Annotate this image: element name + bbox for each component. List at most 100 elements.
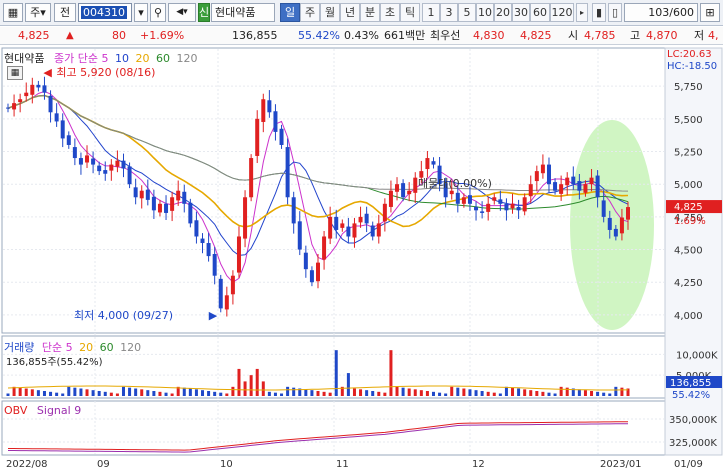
interval-10[interactable]: 10	[476, 3, 494, 22]
legend-ma120: 120	[176, 52, 198, 65]
grid-menu-icon[interactable]: ▦	[3, 3, 23, 22]
volume-bar	[547, 392, 551, 396]
volume-bar	[42, 391, 46, 396]
stock-name-field: 현대약품	[211, 3, 275, 22]
stock-chart[interactable]: 5,7505,5005,2505,0004,7504,5004,2504,000…	[0, 46, 723, 472]
candle-body	[249, 158, 254, 198]
candle-body	[188, 202, 193, 224]
candle-body	[194, 220, 199, 237]
volume-bar	[504, 386, 508, 396]
candle-body	[279, 128, 284, 145]
market-type-select[interactable]: 주▾	[25, 3, 51, 22]
price-tick-label: 5,250	[674, 148, 703, 159]
legend-obv: OBV	[4, 404, 28, 417]
volume-bar	[365, 390, 369, 396]
volume-bar	[583, 390, 587, 396]
candle-body	[455, 192, 460, 204]
volume-bar	[280, 393, 284, 396]
interval-1[interactable]: 1	[422, 3, 440, 22]
interval-5[interactable]: 5	[458, 3, 476, 22]
candle-body	[303, 252, 308, 270]
volume-bar	[73, 387, 77, 396]
date-tick-label: 01/09	[674, 459, 703, 470]
obv-tick-label: 325,000K	[669, 438, 717, 449]
period-day[interactable]: 일	[280, 3, 300, 22]
high-arrow-icon: ◀	[43, 66, 52, 79]
candle-body	[316, 262, 320, 282]
candle-body	[364, 213, 369, 224]
volume-bar	[158, 391, 162, 396]
candle-body	[407, 190, 412, 195]
interval-20[interactable]: 20	[494, 3, 512, 22]
volume-bar	[462, 388, 466, 396]
volume-bar	[267, 391, 271, 396]
volume-bar	[213, 391, 217, 396]
period-year[interactable]: 년	[340, 3, 360, 22]
candle-body	[97, 165, 102, 172]
search-icon[interactable]: ⚲	[150, 3, 166, 22]
volume-bar	[152, 391, 156, 396]
chart-options-icon[interactable]: ▮	[592, 3, 606, 22]
candle-body	[480, 211, 485, 213]
period-tick[interactable]: 틱	[400, 3, 420, 22]
candle-body	[206, 243, 211, 257]
volume-bar	[6, 393, 10, 396]
volume-bar	[273, 392, 277, 396]
candle-body	[395, 184, 400, 192]
candle-body	[504, 203, 509, 211]
volume-bar	[219, 392, 223, 396]
candle-body	[534, 171, 539, 182]
candle-body	[370, 225, 375, 237]
volume-bar	[328, 392, 332, 396]
market-type-label: 주	[30, 6, 41, 19]
candle-body	[267, 100, 272, 113]
low-price: 4,	[708, 29, 719, 42]
interval-3[interactable]: 3	[440, 3, 458, 22]
interval-60[interactable]: 60	[530, 3, 550, 22]
volume-bar	[559, 386, 563, 396]
toolbar: ▦ 주▾ 전 004310 ▾ ⚲ ◀▾ 신 현대약품 일 주 월 년 분 초 …	[0, 0, 723, 26]
volume-bar	[249, 375, 253, 396]
trend-annotation: 매물대(0.00%)	[418, 177, 492, 190]
best-ask-label: 최우선	[430, 29, 461, 42]
candle-body	[60, 120, 65, 139]
period-minute[interactable]: 분	[360, 3, 380, 22]
sound-toggle-icon[interactable]: ◀▾	[168, 3, 196, 22]
period-week[interactable]: 주	[300, 3, 320, 22]
stock-code-input[interactable]: 004310	[78, 3, 132, 22]
candle-body	[182, 191, 187, 204]
best-ask: 4,830	[473, 29, 505, 42]
volume-bar	[91, 390, 95, 396]
candle-body	[565, 177, 570, 186]
volume-bar	[61, 393, 65, 396]
candle-body	[425, 158, 430, 170]
candle-body	[461, 197, 466, 204]
period-month[interactable]: 월	[320, 3, 340, 22]
candle-body	[382, 203, 387, 222]
volume-bar	[18, 387, 22, 396]
count-display-input[interactable]: 103/600	[624, 3, 698, 22]
scroll-arrow-icon[interactable]: ▸	[576, 3, 588, 22]
chart-mode-icon[interactable]: ▯	[608, 3, 622, 22]
candle-body	[24, 92, 29, 97]
period-second[interactable]: 초	[380, 3, 400, 22]
volume-bar	[450, 386, 454, 396]
candle-body	[449, 190, 454, 195]
legend-ma60: 60	[155, 52, 170, 65]
candle-body	[613, 228, 618, 237]
code-dropdown-button[interactable]: ▾	[134, 3, 148, 22]
candle-body	[431, 161, 436, 165]
date-tick-label: 10	[220, 459, 233, 470]
prev-button[interactable]: 전	[54, 3, 76, 22]
candle-body	[218, 278, 223, 309]
volume-bar	[620, 387, 624, 396]
volume-bar	[511, 387, 515, 396]
candle-body	[48, 95, 53, 113]
price-tick-label: 5,000	[674, 180, 703, 191]
interval-30[interactable]: 30	[512, 3, 530, 22]
interval-120[interactable]: 120	[550, 3, 574, 22]
expand-icon[interactable]: ⊞	[700, 3, 720, 22]
indicator-settings-icon[interactable]: ▦	[7, 66, 23, 80]
volume-bar	[310, 390, 314, 396]
legend-ma10: 10	[114, 52, 129, 65]
